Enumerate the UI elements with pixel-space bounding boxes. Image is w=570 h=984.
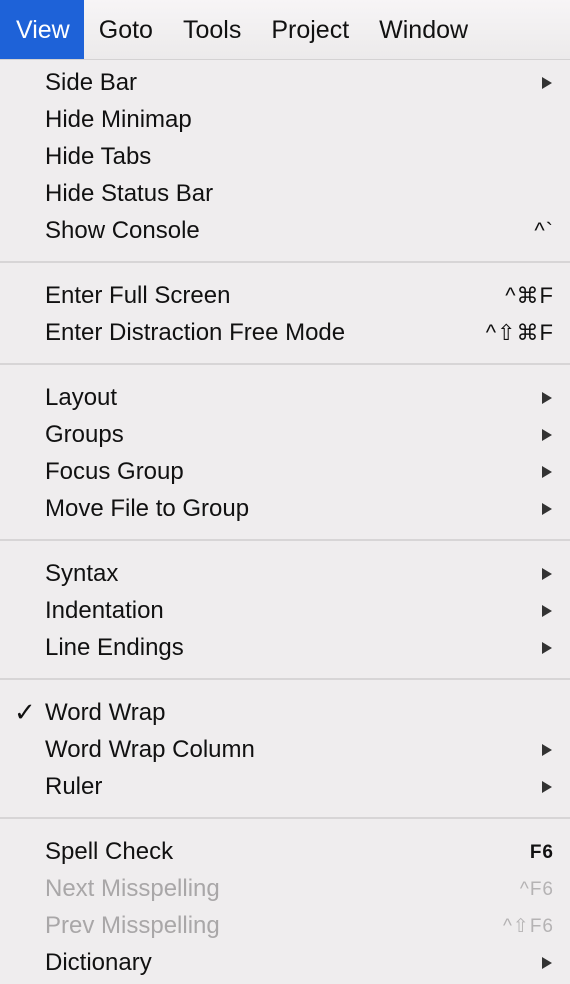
menu-separator — [0, 678, 570, 680]
menu-item-indentation[interactable]: Indentation — [0, 592, 570, 629]
submenu-arrow-icon — [542, 466, 552, 478]
menu-item-word-wrap-column[interactable]: Word Wrap Column — [0, 731, 570, 768]
menu-item-label: Prev Misspelling — [45, 912, 220, 939]
menu-item-label: Line Endings — [45, 634, 184, 661]
menu-item-label: Move File to Group — [45, 495, 250, 522]
menu-item-label: Syntax — [45, 560, 119, 587]
menu-bar: View Goto Tools Project Window — [0, 0, 570, 60]
submenu-arrow-icon — [542, 957, 552, 969]
menu-item-focus-group[interactable]: Focus Group — [0, 453, 570, 490]
menubar-tools[interactable]: Tools — [168, 0, 256, 59]
menu-separator — [0, 261, 570, 263]
submenu-arrow-icon — [542, 503, 552, 515]
menu-item-label: Layout — [45, 384, 118, 411]
menu-item-layout[interactable]: Layout — [0, 379, 570, 416]
menu-item-word-wrap[interactable]: ✓ Word Wrap — [0, 694, 570, 731]
shortcut-label: ^⇧⌘F — [485, 320, 554, 345]
menu-item-label: Hide Tabs — [45, 143, 152, 170]
menu-item-spell-check[interactable]: Spell Check F6 — [0, 833, 570, 870]
menu-item-line-endings[interactable]: Line Endings — [0, 629, 570, 666]
shortcut-label: ^⌘F — [505, 283, 554, 308]
menu-item-label: Spell Check — [45, 838, 174, 865]
checkmark-icon: ✓ — [14, 697, 36, 727]
menu-item-prev-misspelling: Prev Misspelling ^⇧F6 — [0, 907, 570, 944]
submenu-arrow-icon — [542, 605, 552, 617]
submenu-arrow-icon — [542, 77, 552, 89]
menu-item-label: Dictionary — [45, 949, 152, 976]
menu-item-label: Groups — [45, 421, 124, 448]
submenu-arrow-icon — [542, 429, 552, 441]
menu-item-label: Side Bar — [45, 69, 138, 96]
shortcut-label: ^F6 — [519, 879, 554, 900]
submenu-arrow-icon — [542, 642, 552, 654]
menu-item-syntax[interactable]: Syntax — [0, 555, 570, 592]
menu-item-groups[interactable]: Groups — [0, 416, 570, 453]
menu-item-label: Enter Full Screen — [45, 282, 231, 309]
menubar-project[interactable]: Project — [256, 0, 364, 59]
menubar-window[interactable]: Window — [364, 0, 483, 59]
submenu-arrow-icon — [542, 781, 552, 793]
menu-item-label: Hide Status Bar — [45, 180, 214, 207]
menu-item-label: Hide Minimap — [45, 106, 192, 133]
submenu-arrow-icon — [542, 568, 552, 580]
shortcut-label: ^⇧F6 — [502, 916, 554, 937]
menu-item-enter-full-screen[interactable]: Enter Full Screen ^⌘F — [0, 277, 570, 314]
view-menu-dropdown: Side Bar Hide Minimap Hide Tabs Hide Sta… — [0, 60, 570, 984]
menu-item-label: Focus Group — [45, 458, 184, 485]
menu-item-ruler[interactable]: Ruler — [0, 768, 570, 805]
menu-separator — [0, 817, 570, 819]
menubar-goto[interactable]: Goto — [84, 0, 168, 59]
menu-item-label: Enter Distraction Free Mode — [45, 319, 346, 346]
shortcut-label: F6 — [529, 842, 554, 863]
menu-item-label: Show Console — [45, 217, 200, 244]
menu-item-hide-status-bar[interactable]: Hide Status Bar — [0, 175, 570, 212]
menu-item-dictionary[interactable]: Dictionary — [0, 944, 570, 981]
menubar-view[interactable]: View — [0, 0, 84, 59]
submenu-arrow-icon — [542, 392, 552, 404]
menu-item-label: Ruler — [45, 773, 103, 800]
menu-separator — [0, 363, 570, 365]
menu-item-label: Indentation — [45, 597, 164, 624]
menu-item-label: Next Misspelling — [45, 875, 220, 902]
menu-item-side-bar[interactable]: Side Bar — [0, 64, 570, 101]
menu-item-hide-tabs[interactable]: Hide Tabs — [0, 138, 570, 175]
menu-separator — [0, 539, 570, 541]
menu-item-next-misspelling: Next Misspelling ^F6 — [0, 870, 570, 907]
menu-item-move-file-to-group[interactable]: Move File to Group — [0, 490, 570, 527]
menu-item-enter-distraction-free-mode[interactable]: Enter Distraction Free Mode ^⇧⌘F — [0, 314, 570, 351]
submenu-arrow-icon — [542, 744, 552, 756]
menu-item-label: Word Wrap Column — [45, 736, 255, 763]
menu-item-show-console[interactable]: Show Console ^` — [0, 212, 570, 249]
menu-item-hide-minimap[interactable]: Hide Minimap — [0, 101, 570, 138]
shortcut-label: ^` — [534, 218, 554, 243]
menu-item-label: Word Wrap — [45, 699, 166, 726]
